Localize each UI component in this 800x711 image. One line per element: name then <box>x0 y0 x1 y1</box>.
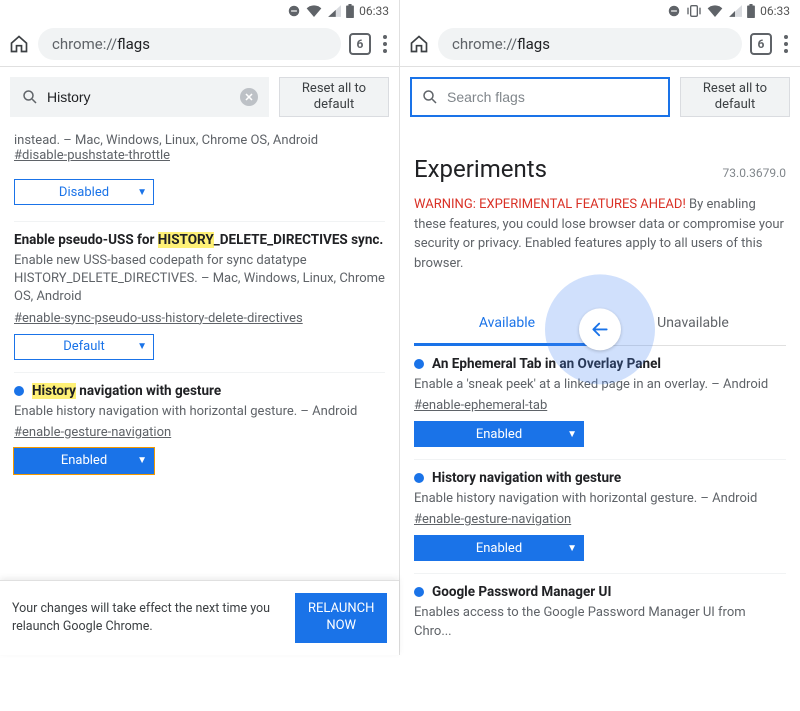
reset-all-button[interactable]: Reset all todefault <box>279 77 389 117</box>
battery-icon <box>346 4 354 18</box>
relaunch-bar: Your changes will take effect the next t… <box>0 580 399 655</box>
flags-search-input[interactable] <box>447 89 659 105</box>
browser-toolbar: chrome://flags 6 <box>400 22 800 66</box>
flag-hash-link[interactable]: #enable-ephemeral-tab <box>414 398 547 413</box>
flag-description: Enable new USS-based codepath for sync d… <box>14 252 385 307</box>
tab-available[interactable]: Available <box>414 303 600 346</box>
home-icon[interactable] <box>408 33 430 55</box>
modified-flag-dot-icon <box>414 587 424 597</box>
chevron-down-icon: ▼ <box>567 429 577 440</box>
search-highlight: HISTORY <box>158 232 214 248</box>
tab-count: 6 <box>357 37 364 51</box>
warning-red: WARNING: EXPERIMENTAL FEATURES AHEAD! <box>414 197 686 212</box>
chevron-down-icon: ▼ <box>137 455 147 466</box>
url-path: flags <box>117 35 150 53</box>
flag-dropdown-default[interactable]: Default ▼ <box>14 334 154 360</box>
status-time: 06:33 <box>760 4 790 18</box>
flag-description: Enable history navigation with horizonta… <box>14 403 385 421</box>
flag-title: Google Password Manager UI <box>414 584 786 600</box>
relaunch-button[interactable]: RELAUNCH NOW <box>295 593 387 643</box>
url-path: flags <box>517 35 550 53</box>
tab-unavailable[interactable]: Unavailable <box>600 303 786 345</box>
chevron-down-icon: ▼ <box>137 187 147 198</box>
flag-title: Enable pseudo-USS for HISTORY_DELETE_DIR… <box>14 232 385 248</box>
warning-text: WARNING: EXPERIMENTAL FEATURES AHEAD! By… <box>414 195 786 273</box>
flag-dropdown-enabled[interactable]: Enabled ▼ <box>414 535 584 561</box>
flag-dropdown-disabled[interactable]: Disabled ▼ <box>14 179 154 205</box>
reset-label-1: Reset all to <box>302 81 366 96</box>
wifi-icon <box>306 5 322 17</box>
truncated-flag-desc: instead. – Mac, Windows, Linux, Chrome O… <box>14 127 385 148</box>
home-icon[interactable] <box>8 33 30 55</box>
flag-hash-link[interactable]: #disable-pushstate-throttle <box>14 148 170 163</box>
tab-switcher-button[interactable]: 6 <box>349 33 371 55</box>
omnibox[interactable]: chrome://flags <box>38 28 341 60</box>
status-time: 06:33 <box>359 4 389 18</box>
chrome-version: 73.0.3679.0 <box>723 166 786 180</box>
signal-icon <box>728 5 742 17</box>
battery-icon <box>747 4 755 18</box>
modified-flag-dot-icon <box>414 359 424 369</box>
flag-dropdown-enabled[interactable]: Enabled ▼ <box>414 421 584 447</box>
flag-hash-link[interactable]: #enable-gesture-navigation <box>14 425 171 440</box>
url-scheme: chrome:// <box>452 35 517 53</box>
flags-search-box[interactable]: ✕ <box>10 77 269 117</box>
experiments-tabs: Available Unavailable <box>414 303 786 346</box>
modified-flag-dot-icon <box>414 473 424 483</box>
status-bar: 06:33 <box>400 0 800 22</box>
dropdown-value: Default <box>63 339 105 354</box>
flag-description: Enable history navigation with horizonta… <box>414 490 786 508</box>
dropdown-value: Enabled <box>476 541 522 556</box>
wifi-icon <box>707 5 723 17</box>
flag-hash-link[interactable]: #enable-gesture-navigation <box>414 512 571 527</box>
flag-title: History navigation with gesture <box>414 470 786 486</box>
browser-toolbar: chrome://flags 6 <box>0 22 399 66</box>
modified-flag-dot-icon <box>14 386 24 396</box>
omnibox[interactable]: chrome://flags <box>438 28 742 60</box>
flag-title: History navigation with gesture <box>14 383 385 399</box>
search-icon <box>21 88 39 106</box>
menu-button[interactable] <box>379 31 391 57</box>
vibrate-icon <box>686 4 702 18</box>
flag-title: An Ephemeral Tab in an Overlay Panel <box>414 356 786 372</box>
flags-search-box[interactable] <box>410 77 670 117</box>
dnd-icon <box>287 4 301 18</box>
chevron-down-icon: ▼ <box>137 341 147 352</box>
search-highlight: History <box>32 383 76 399</box>
tab-count: 6 <box>758 37 765 51</box>
dropdown-value: Disabled <box>59 185 109 200</box>
signal-icon <box>327 5 341 17</box>
flag-dropdown-enabled[interactable]: Enabled ▼ <box>14 448 154 474</box>
reset-all-button[interactable]: Reset all todefault <box>680 77 790 117</box>
dropdown-value: Enabled <box>61 453 107 468</box>
url-scheme: chrome:// <box>52 35 117 53</box>
reset-label-2: default <box>314 97 354 112</box>
clear-search-button[interactable]: ✕ <box>240 88 258 106</box>
reset-label-2: default <box>715 97 755 112</box>
relaunch-message: Your changes will take effect the next t… <box>12 600 285 635</box>
search-icon <box>421 88 439 106</box>
dnd-icon <box>667 4 681 18</box>
menu-button[interactable] <box>780 31 792 57</box>
flag-description: Enables access to the Google Password Ma… <box>414 604 786 640</box>
chevron-down-icon: ▼ <box>567 543 577 554</box>
tab-switcher-button[interactable]: 6 <box>750 33 772 55</box>
flags-search-input[interactable] <box>47 89 232 105</box>
flag-hash-link[interactable]: #enable-sync-pseudo-uss-history-delete-d… <box>14 311 303 326</box>
status-bar: 06:33 <box>0 0 399 22</box>
experiments-heading: Experiments <box>414 155 547 183</box>
flag-description: Enable a 'sneak peek' at a linked page i… <box>414 376 786 394</box>
dropdown-value: Enabled <box>476 427 522 442</box>
reset-label-1: Reset all to <box>703 81 767 96</box>
